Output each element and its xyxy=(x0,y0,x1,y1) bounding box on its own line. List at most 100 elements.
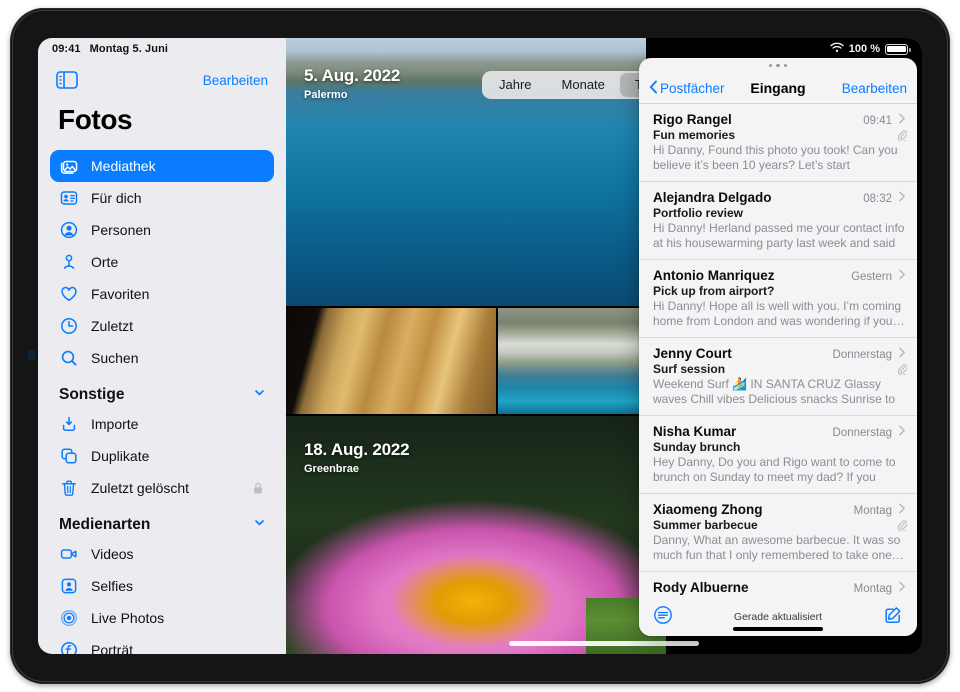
mail-sender: Rigo Rangel xyxy=(653,112,732,127)
mail-edit-button[interactable]: Bearbeiten xyxy=(842,81,907,96)
mail-preview: Hi Danny! Hope all is well with you. I’m… xyxy=(653,299,907,329)
live-photo-icon xyxy=(59,608,79,628)
sidebar-item-live-photos[interactable]: Live Photos xyxy=(50,602,274,634)
sidebar-item-label: Orte xyxy=(91,254,265,270)
sidebar-item-duplikate[interactable]: Duplikate xyxy=(50,440,274,472)
compose-icon[interactable] xyxy=(883,605,903,630)
segment-monate[interactable]: Monate xyxy=(547,73,620,97)
trash-icon xyxy=(59,478,79,498)
sidebar-item-importe[interactable]: Importe xyxy=(50,408,274,440)
mail-list-item[interactable]: Jenny Court Donnerstag Surf session Week… xyxy=(639,338,917,416)
section-date-2: 18. Aug. 2022 xyxy=(304,440,409,460)
photo-tile-village[interactable] xyxy=(498,308,646,414)
mail-sender: Antonio Manriquez xyxy=(653,268,775,283)
chevron-left-icon xyxy=(649,80,658,97)
filter-icon[interactable] xyxy=(653,605,673,630)
mail-message-list[interactable]: Rigo Rangel 09:41 Fun memories Hi Danny,… xyxy=(639,103,917,598)
sidebar-item-zuletzt-geloescht[interactable]: Zuletzt gelöscht xyxy=(50,472,274,504)
photo-section-header-2: 18. Aug. 2022 Greenbrae xyxy=(304,440,409,475)
video-camera-icon xyxy=(59,544,79,564)
mail-list-item[interactable]: Antonio Manriquez Gestern Pick up from a… xyxy=(639,260,917,338)
sidebar-item-label: Für dich xyxy=(91,190,265,206)
sidebar-toggle-icon[interactable] xyxy=(56,71,78,89)
chevron-down-icon[interactable] xyxy=(253,516,266,534)
sidebar-item-favoriten[interactable]: Favoriten xyxy=(50,278,274,310)
map-pin-icon xyxy=(59,252,79,272)
paperclip-icon xyxy=(897,518,907,530)
mail-preview: Hi Danny! Herland passed me your contact… xyxy=(653,221,907,251)
mail-toolbar: Gerade aktualisiert xyxy=(639,598,917,636)
paperclip-icon xyxy=(897,128,907,140)
sidebar-item-label: Importe xyxy=(91,416,265,432)
photo-section-header-1: 5. Aug. 2022 Palermo xyxy=(304,66,400,101)
selfie-icon xyxy=(59,576,79,596)
sidebar-edit-button[interactable]: Bearbeiten xyxy=(203,73,268,88)
mail-timestamp: Montag xyxy=(854,505,892,517)
mail-subject: Pick up from airport? xyxy=(653,284,907,298)
sidebar-group-sonstige[interactable]: Sonstige xyxy=(59,386,266,404)
mail-back-button[interactable]: Postfächer xyxy=(649,80,725,97)
sidebar-item-label: Favoriten xyxy=(91,286,265,302)
sidebar-item-selfies[interactable]: Selfies xyxy=(50,570,274,602)
sidebar-item-orte[interactable]: Orte xyxy=(50,246,274,278)
mail-list-item[interactable]: Xiaomeng Zhong Montag Summer barbecue Da… xyxy=(639,494,917,572)
sidebar-group-title: Sonstige xyxy=(59,386,124,404)
chevron-right-icon xyxy=(898,501,907,512)
mail-timestamp: Gestern xyxy=(851,271,892,283)
clock-icon xyxy=(59,316,79,336)
sidebar-item-zuletzt[interactable]: Zuletzt xyxy=(50,310,274,342)
mail-back-label: Postfächer xyxy=(660,81,725,96)
import-icon xyxy=(59,414,79,434)
mail-list-item[interactable]: Alejandra Delgado 08:32 Portfolio review… xyxy=(639,182,917,260)
sidebar-item-personen[interactable]: Personen xyxy=(50,214,274,246)
bezel-sensor-icon xyxy=(28,350,35,360)
mail-sender: Xiaomeng Zhong xyxy=(653,502,763,517)
lock-icon xyxy=(251,481,265,495)
sidebar-item-videos[interactable]: Videos xyxy=(50,538,274,570)
mail-subject: Sunday brunch xyxy=(653,440,907,454)
sidebar-item-label: Mediathek xyxy=(91,158,265,174)
sidebar-item-label: Porträt xyxy=(91,642,265,654)
mail-sender: Rody Albuerne xyxy=(653,580,749,595)
mail-preview: Hi Danny, Found this photo you took! Can… xyxy=(653,143,907,173)
section-place-2: Greenbrae xyxy=(304,463,409,475)
sidebar-item-fuer-dich[interactable]: Für dich xyxy=(50,182,274,214)
sidebar-item-mediathek[interactable]: Mediathek xyxy=(50,150,274,182)
photos-sidebar[interactable]: Bearbeiten Fotos Mediathek xyxy=(38,38,286,654)
mail-sender: Jenny Court xyxy=(653,346,732,361)
sidebar-group-title: Medienarten xyxy=(59,516,150,534)
chevron-down-icon[interactable] xyxy=(253,386,266,404)
sidebar-group-medienarten[interactable]: Medienarten xyxy=(59,516,266,534)
home-indicator[interactable] xyxy=(509,641,699,646)
mail-navigation-bar: Postfächer Eingang Bearbeiten xyxy=(639,73,917,103)
sidebar-item-suchen[interactable]: Suchen xyxy=(50,342,274,374)
sidebar-toolbar: Bearbeiten xyxy=(38,60,286,100)
mail-home-indicator[interactable] xyxy=(733,627,823,632)
mail-subject: Summer barbecue xyxy=(653,518,907,532)
grabber-dot xyxy=(784,64,788,68)
person-icon xyxy=(59,220,79,240)
mail-slide-over-panel[interactable]: Postfächer Eingang Bearbeiten Rigo Range… xyxy=(639,58,917,636)
chevron-right-icon xyxy=(898,345,907,356)
photo-tile-canyon[interactable] xyxy=(286,308,496,414)
mail-list-item[interactable]: Rigo Rangel 09:41 Fun memories Hi Danny,… xyxy=(639,104,917,182)
mail-preview: Danny, What an awesome barbecue. It was … xyxy=(653,533,907,563)
for-you-icon xyxy=(59,188,79,208)
duplicates-icon xyxy=(59,446,79,466)
photo-stack-icon xyxy=(59,156,79,176)
mail-preview: Weekend Surf 🏄 IN SANTA CRUZ Glassy wave… xyxy=(653,377,907,407)
segment-jahre[interactable]: Jahre xyxy=(484,73,547,97)
grabber-dots-icon[interactable] xyxy=(639,58,917,73)
screen: Jahre Monate Tage 5. Aug. 2022 Palermo 1… xyxy=(38,38,922,654)
mail-subject: Fun memories xyxy=(653,128,907,142)
mail-sender: Nisha Kumar xyxy=(653,424,736,439)
sidebar-item-label: Live Photos xyxy=(91,610,265,626)
heart-icon xyxy=(59,284,79,304)
mail-list-item[interactable]: Rody Albuerne Montag Baking workshop xyxy=(639,572,917,598)
sidebar-item-portraet[interactable]: Porträt xyxy=(50,634,274,654)
sidebar-item-label: Selfies xyxy=(91,578,265,594)
sidebar-primary-list: Mediathek Für dich xyxy=(38,150,286,374)
chevron-right-icon xyxy=(898,267,907,278)
mail-list-item[interactable]: Nisha Kumar Donnerstag Sunday brunch Hey… xyxy=(639,416,917,494)
section-date-1: 5. Aug. 2022 xyxy=(304,66,400,86)
